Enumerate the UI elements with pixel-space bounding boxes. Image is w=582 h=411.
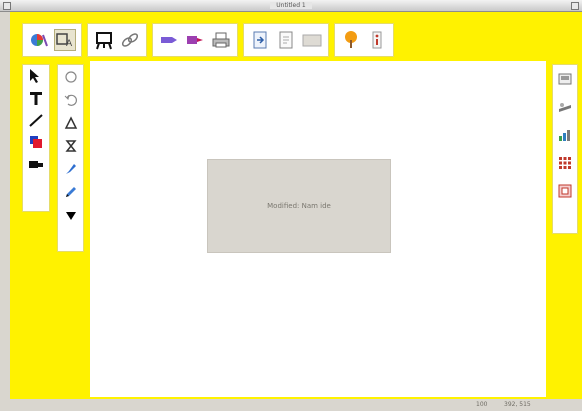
toolbar-group-stage (87, 23, 147, 57)
stamp-tool-icon[interactable] (23, 153, 49, 175)
pen-shape-icon[interactable] (58, 157, 83, 180)
status-bar: 100 392, 515 (10, 399, 582, 411)
toolbar-group-help (334, 23, 394, 57)
triangle-shape-icon[interactable] (58, 111, 83, 134)
left-toolbox (22, 64, 50, 212)
title-bar: Untitled 1 (0, 0, 582, 12)
grid-icon[interactable] (553, 149, 577, 177)
top-toolbar: A (22, 20, 394, 60)
text-tool-icon[interactable] (23, 87, 49, 109)
import-icon[interactable] (249, 29, 271, 51)
color-palette-icon[interactable] (28, 29, 50, 51)
arc-shape-icon[interactable] (58, 88, 83, 111)
shape-toolbox (57, 64, 84, 252)
page-icon[interactable] (275, 29, 297, 51)
toolbar-group-pages (243, 23, 329, 57)
dropdown-triangle-icon[interactable] (58, 203, 83, 226)
tag-forward-icon[interactable] (158, 29, 180, 51)
chart-tool-icon[interactable] (553, 121, 577, 149)
hourglass-shape-icon[interactable] (58, 134, 83, 157)
editor-window: A Modified: Nam ide (10, 12, 582, 399)
shape-tray-icon[interactable] (553, 93, 577, 121)
toolbar-group-tags (152, 23, 238, 57)
circle-shape-icon[interactable] (58, 65, 83, 88)
fill-color-icon[interactable] (23, 131, 49, 153)
card-view-icon[interactable] (553, 65, 577, 93)
svg-text:A: A (66, 39, 73, 49)
link-chain-icon[interactable] (119, 29, 141, 51)
arrow-pointer-icon[interactable] (23, 65, 49, 87)
tag-backward-icon[interactable] (184, 29, 206, 51)
cursor-coordinates: 392, 515 (504, 401, 531, 408)
editor-mode-icon[interactable]: A (54, 29, 76, 51)
canvas-button[interactable]: Modified: Nam ide (207, 159, 391, 253)
zoom-level: 100 (476, 401, 488, 408)
toolbar-group-mode: A (22, 23, 82, 57)
printer-icon[interactable] (210, 29, 232, 51)
blank-card-icon[interactable] (301, 29, 323, 51)
easel-icon[interactable] (93, 29, 115, 51)
zoom-box[interactable] (571, 2, 579, 10)
window-title: Untitled 1 (270, 2, 312, 9)
right-toolbox (552, 64, 578, 234)
drawing-canvas[interactable]: Modified: Nam ide (90, 61, 546, 397)
line-tool-icon[interactable] (23, 109, 49, 131)
pencil-shape-icon[interactable] (58, 180, 83, 203)
help-tree-icon[interactable] (340, 29, 362, 51)
info-icon[interactable] (366, 29, 388, 51)
frame-icon[interactable] (553, 177, 577, 205)
